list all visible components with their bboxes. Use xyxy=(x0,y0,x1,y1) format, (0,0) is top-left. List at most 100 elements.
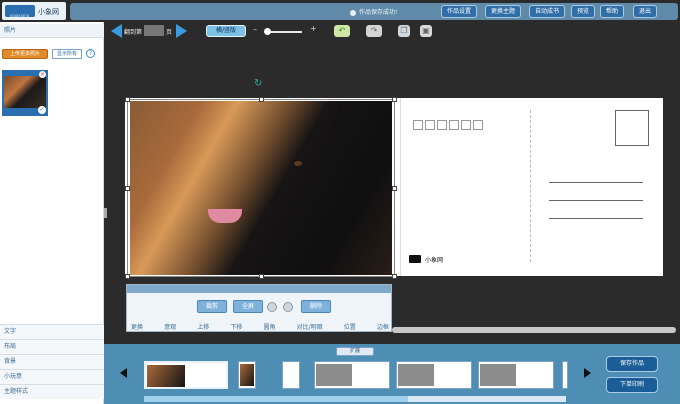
change-theme-button[interactable]: 更换主题 xyxy=(485,5,522,18)
logo-text: 小象网 xyxy=(38,8,59,16)
postcard-back: 小象网 xyxy=(400,98,663,276)
resize-handle[interactable] xyxy=(392,186,397,191)
redo-icon[interactable]: ↷ xyxy=(366,25,382,37)
tab-replace[interactable]: 更换 xyxy=(131,322,143,331)
resize-handle[interactable] xyxy=(392,274,397,279)
expand-button[interactable]: 扩展 xyxy=(336,347,374,356)
address-line xyxy=(549,200,643,201)
page-thumbnail[interactable] xyxy=(238,361,256,389)
logo[interactable]: xiaoxiang 小象网 xyxy=(2,2,66,20)
delete-button[interactable]: 删除 xyxy=(301,300,331,313)
zoom-out-icon[interactable]: – xyxy=(253,25,257,34)
tab-view[interactable]: 意观 xyxy=(164,322,176,331)
auto-book-button[interactable]: 自动成书 xyxy=(529,5,566,18)
address-line xyxy=(549,182,643,183)
page-thumbnail[interactable] xyxy=(314,361,390,389)
page-thumbnail[interactable] xyxy=(562,361,568,389)
sidebar-item-layout[interactable]: 布局 xyxy=(0,339,104,354)
copy-icon[interactable]: ❐ xyxy=(398,25,410,37)
resize-handle[interactable] xyxy=(125,97,130,102)
photo-edit-panel: 裁剪 全屏 删除 更换 意观 上移 下移 圆角 对比/明暗 位置 边框 xyxy=(126,284,392,332)
zip-code-box xyxy=(413,120,423,130)
info-icon xyxy=(350,9,356,16)
page-thumbnail[interactable] xyxy=(478,361,554,389)
help-icon[interactable]: ? xyxy=(86,49,95,58)
page-thumbnail-image xyxy=(240,364,254,386)
photo-frame[interactable] xyxy=(125,97,397,279)
logo-sub: xiaoxiang xyxy=(10,13,30,18)
top-bar: xiaoxiang 小象网 作品保存成功! 作品设置 更换主题 自动成书 预览 … xyxy=(0,0,680,22)
strip-scrollbar-thumb[interactable] xyxy=(144,396,408,402)
tab-move-down[interactable]: 下移 xyxy=(230,322,242,331)
photo-thumbnail[interactable]: × ✓ xyxy=(2,70,48,116)
sidebar-item-theme-style[interactable]: 主题样式 xyxy=(0,384,104,399)
exit-button[interactable]: 退出 xyxy=(633,5,658,18)
show-all-button[interactable]: 显示所有 xyxy=(52,49,82,59)
resize-handle[interactable] xyxy=(125,186,130,191)
zip-code-box xyxy=(473,120,483,130)
prev-page-icon[interactable] xyxy=(111,24,122,38)
zoom-slider-handle[interactable] xyxy=(264,28,271,35)
resize-handle[interactable] xyxy=(392,97,397,102)
check-icon: ✓ xyxy=(38,106,46,114)
save-work-button[interactable]: 保存作品 xyxy=(606,356,658,372)
work-settings-button[interactable]: 作品设置 xyxy=(441,5,478,18)
postcard-divider xyxy=(530,110,531,262)
resize-handle[interactable] xyxy=(259,274,264,279)
delete-icon[interactable]: × xyxy=(39,71,46,78)
tab-move-up[interactable]: 上移 xyxy=(197,322,209,331)
next-page-icon[interactable] xyxy=(176,24,187,38)
help-button[interactable]: 帮助 xyxy=(600,5,625,18)
status-message: 作品保存成功! xyxy=(350,7,397,16)
address-line xyxy=(549,218,643,219)
tab-rounded-corner[interactable]: 圆角 xyxy=(264,322,276,331)
zoom-slider[interactable] xyxy=(266,31,302,33)
canvas-horizontal-scrollbar[interactable] xyxy=(392,327,676,333)
preview-button[interactable]: 预览 xyxy=(571,5,596,18)
page-number-input[interactable] xyxy=(144,25,164,36)
page-thumbnail-image xyxy=(480,364,516,386)
crop-button[interactable]: 裁剪 xyxy=(197,300,227,313)
page-strip: 扩展 保存作品 下单印刷 xyxy=(104,344,680,404)
status-message-text: 作品保存成功! xyxy=(359,9,398,16)
page-thumbnail[interactable] xyxy=(144,361,228,389)
brand-logo-icon xyxy=(409,255,421,263)
sidebar-item-background[interactable]: 背景 xyxy=(0,354,104,369)
tab-border[interactable]: 边框 xyxy=(377,322,389,331)
tab-contrast[interactable]: 对比/明暗 xyxy=(297,322,323,331)
zip-code-box xyxy=(437,120,447,130)
photo-ear xyxy=(326,103,354,141)
zip-code-box xyxy=(449,120,459,130)
zoom-in-icon[interactable]: + xyxy=(310,24,317,33)
strip-scrollbar[interactable] xyxy=(144,396,566,402)
resize-handle[interactable] xyxy=(125,274,130,279)
rotate-left-icon[interactable] xyxy=(267,302,277,312)
page-thumbnail[interactable] xyxy=(282,361,300,389)
sidebar-item-text[interactable]: 文字 xyxy=(0,324,104,339)
fullscreen-button[interactable]: 全屏 xyxy=(233,300,263,313)
stamp-box xyxy=(615,110,649,146)
photo-tongue xyxy=(208,209,242,223)
strip-next-icon[interactable] xyxy=(584,368,591,378)
left-panel: 照片 上传更多照片 显示所有 ? × ✓ 文字 布局 背景 小玩意 主题样式 xyxy=(0,22,104,404)
tab-photos[interactable]: 照片 xyxy=(0,24,104,38)
edit-panel-tabs: 更换 意观 上移 下移 圆角 对比/明暗 位置 边框 xyxy=(131,322,389,331)
upload-more-photos-button[interactable]: 上传更多照片 xyxy=(2,49,48,59)
tab-position[interactable]: 位置 xyxy=(344,322,356,331)
strip-prev-icon[interactable] xyxy=(120,368,127,378)
orientation-toggle-button[interactable]: 横/竖版 xyxy=(206,25,246,37)
edit-panel-header[interactable] xyxy=(127,285,391,293)
sidebar-item-decorations[interactable]: 小玩意 xyxy=(0,369,104,384)
panel-resize-handle[interactable] xyxy=(104,208,107,218)
rotate-right-icon[interactable] xyxy=(283,302,293,312)
page-thumbnail[interactable] xyxy=(396,361,472,389)
resize-handle[interactable] xyxy=(259,97,264,102)
top-action-strip: 作品保存成功! 作品设置 更换主题 自动成书 预览 帮助 退出 xyxy=(70,3,678,20)
undo-icon[interactable]: ↶ xyxy=(334,25,350,37)
rotate-icon[interactable]: ↻ xyxy=(254,78,262,89)
paste-icon[interactable]: ▣ xyxy=(420,25,432,37)
dog-photo[interactable] xyxy=(130,101,392,275)
order-print-button[interactable]: 下单印刷 xyxy=(606,377,658,393)
page-unit-label: 页 xyxy=(166,29,173,36)
page-thumbnail-image xyxy=(316,364,352,386)
